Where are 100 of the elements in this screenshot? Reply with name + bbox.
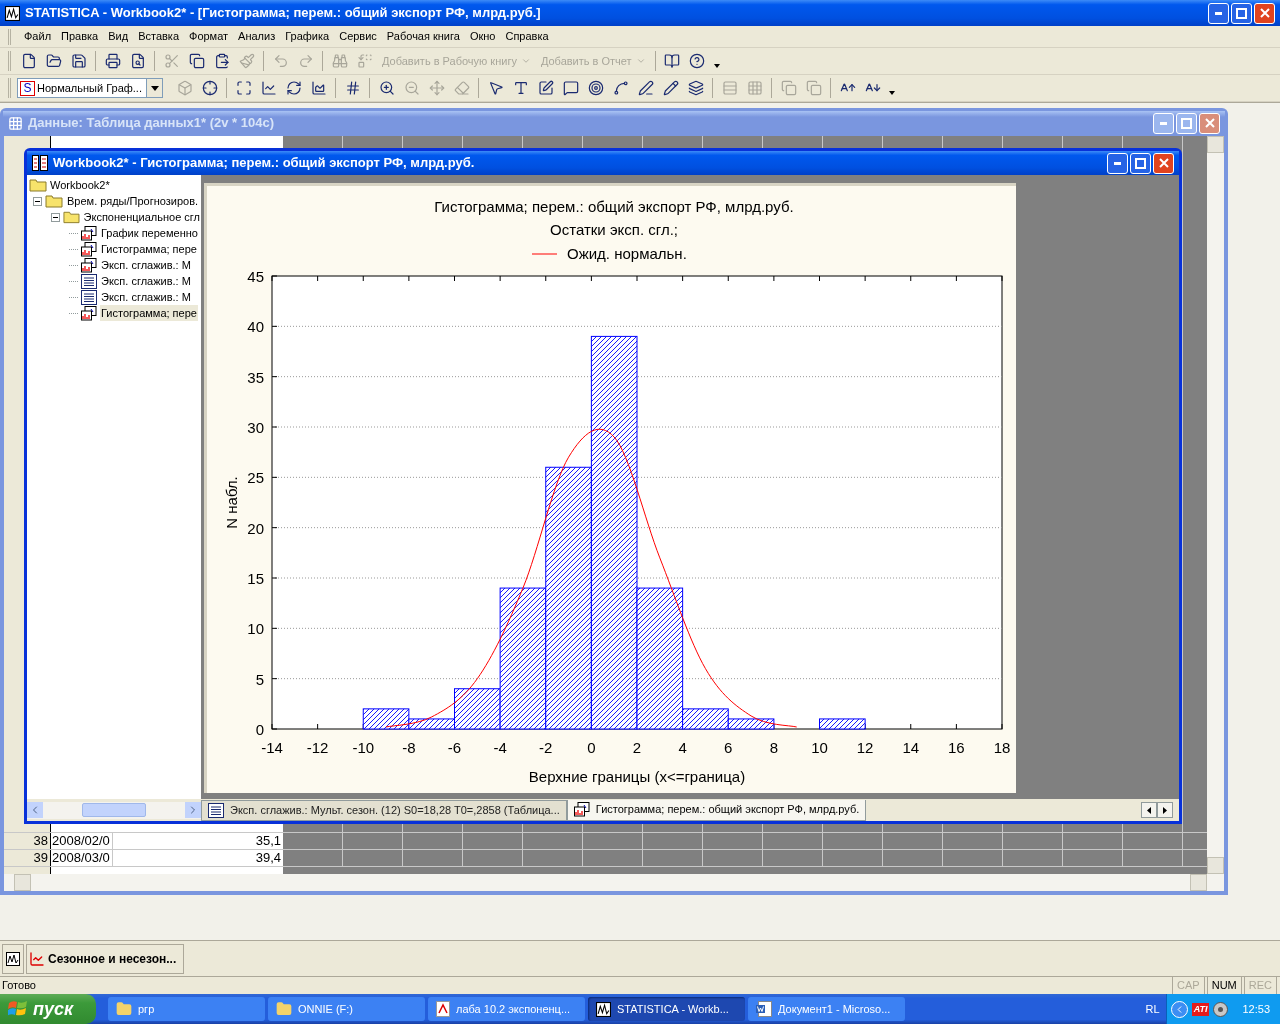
- bring-front-icon: [780, 80, 797, 96]
- chart-icon: [29, 950, 45, 967]
- taskbar-button[interactable]: ONNIE (F:): [268, 997, 425, 1021]
- x-tick-label: 2: [632, 739, 642, 756]
- taskbar-button[interactable]: ргр: [108, 997, 265, 1021]
- table-cell: 2008/02/0: [51, 833, 113, 849]
- minimized-window-button[interactable]: [2, 943, 24, 974]
- close-button[interactable]: [1199, 112, 1220, 134]
- book-icon: [664, 53, 681, 69]
- menu-item[interactable]: Правка: [56, 28, 104, 45]
- refresh-icon: [285, 80, 302, 96]
- menu-item[interactable]: Вид: [103, 28, 134, 45]
- x-tick-label: -8: [402, 739, 416, 756]
- menu-item[interactable]: Формат: [184, 28, 234, 45]
- taskbar-button[interactable]: Документ1 - Microso...: [748, 997, 905, 1021]
- x-tick-label: 16: [948, 739, 965, 756]
- menu-item[interactable]: Файл: [19, 28, 57, 45]
- x-tick-label: -14: [261, 739, 283, 756]
- minimize-button[interactable]: [1107, 152, 1128, 174]
- x-tick-label: -10: [352, 739, 375, 756]
- y-tick-label: 45: [247, 268, 264, 285]
- close-button[interactable]: [1254, 2, 1275, 24]
- window-title: STATISTICA - Workbook2* - [Гистограмма; перем.: общий экспорт РФ, млрд.руб.]: [25, 4, 542, 23]
- tree-item[interactable]: Врем. ряды/Прогнозиров.: [66, 192, 200, 210]
- line-chart-icon: [260, 80, 277, 96]
- spreadsheet-icon: [208, 802, 224, 818]
- folder-icon: [45, 194, 63, 208]
- clock: 12:53: [1241, 1001, 1270, 1017]
- menu-item[interactable]: Справка: [500, 28, 554, 45]
- graph-document-icon: [81, 225, 97, 241]
- menu-item[interactable]: Анализ: [233, 28, 281, 45]
- maximize-icon: [1135, 157, 1146, 169]
- caret-icon: [889, 91, 895, 95]
- template-name: Нормальный Граф...: [37, 80, 143, 96]
- pdf-document-icon: [436, 1001, 450, 1017]
- tree-item[interactable]: График переменно: [100, 224, 199, 242]
- menu-item[interactable]: Окно: [464, 28, 501, 45]
- minimized-window-button[interactable]: Сезонное и несезон...: [26, 943, 184, 974]
- folder-icon: [276, 1001, 292, 1017]
- menu-item[interactable]: Сервис: [334, 28, 382, 45]
- target-icon: [587, 80, 604, 96]
- x-tick-label: 0: [587, 739, 596, 756]
- expander-box[interactable]: [33, 196, 42, 206]
- paintbrush-icon: [238, 53, 255, 69]
- x-tick-label: -12: [306, 739, 329, 756]
- menu-item[interactable]: Рабочая книга: [381, 28, 465, 45]
- tree-root[interactable]: Workbook2*: [50, 176, 110, 194]
- grid-icon: [344, 80, 361, 96]
- left-arrow-icon: [1147, 806, 1151, 814]
- print-preview-icon: [129, 53, 146, 69]
- zoom-in-icon: [378, 80, 395, 96]
- table-cell: 39,4: [113, 850, 283, 866]
- show-hidden-icons-button[interactable]: [1170, 1000, 1188, 1018]
- taskbar-button[interactable]: STATISTICA - Workb...: [588, 997, 745, 1021]
- y-tick-label: 35: [247, 368, 264, 386]
- horizontal-scrollbar[interactable]: [4, 874, 1224, 891]
- close-button[interactable]: [1153, 152, 1174, 174]
- horizontal-scrollbar[interactable]: [27, 801, 201, 819]
- tree-item[interactable]: Гистограмма; пере: [100, 240, 198, 258]
- vertical-scrollbar[interactable]: [1207, 136, 1224, 874]
- menu-item[interactable]: Вставка: [133, 28, 184, 45]
- table-cell: 35,1: [113, 833, 283, 849]
- curve-icon: [612, 80, 629, 96]
- tree-item[interactable]: Экспоненциальное сгл: [82, 208, 201, 226]
- eraser-icon: [453, 80, 470, 96]
- start-button[interactable]: пуск: [0, 994, 96, 1024]
- tree-item[interactable]: Эксп. сглажив.: М: [100, 256, 192, 274]
- tree-item[interactable]: Гистограмма; пере: [100, 304, 198, 322]
- close-icon: [1204, 118, 1215, 128]
- expander-box[interactable]: [51, 212, 60, 222]
- y-tick-label: 15: [247, 570, 264, 587]
- maximize-button[interactable]: [1130, 152, 1151, 174]
- y-tick-label: 40: [247, 318, 264, 336]
- window-title: Данные: Таблица данных1* (2v * 104c): [28, 114, 275, 133]
- x-tick-label: 8: [769, 739, 779, 756]
- tray-badge[interactable]: ATI: [1191, 1002, 1210, 1016]
- maximize-button[interactable]: [1231, 2, 1252, 24]
- document-tab[interactable]: Гистограмма; перем.: общий экспорт РФ, млрд.руб.: [566, 799, 867, 821]
- taskbar-button[interactable]: лаба 10.2 экспоненц...: [428, 997, 585, 1021]
- x-tick-label: -6: [447, 739, 462, 756]
- x-tick-label: 6: [724, 739, 733, 756]
- pointer-icon: [487, 80, 504, 96]
- area-chart-icon: [310, 80, 327, 96]
- tree-item[interactable]: Эксп. сглажив.: М: [100, 288, 192, 306]
- y-tick-label: 30: [247, 419, 264, 436]
- x-tick-label: 10: [811, 739, 828, 756]
- pencil-icon: [662, 80, 679, 96]
- minimize-button[interactable]: [1208, 2, 1229, 24]
- language-indicator[interactable]: RL: [1139, 1000, 1166, 1018]
- minimize-icon: [1214, 11, 1223, 15]
- tab-scroll-left-button[interactable]: [1141, 802, 1157, 818]
- edit-icon: [537, 80, 554, 96]
- tab-scroll-right-button[interactable]: [1157, 802, 1173, 818]
- graph-template-dropdown[interactable]: S Нормальный Граф...: [17, 78, 163, 98]
- open-folder-icon: [45, 53, 62, 69]
- menu-item[interactable]: Графика: [280, 28, 335, 45]
- tree-item[interactable]: Эксп. сглажив.: М: [100, 272, 192, 290]
- dropdown-arrow-button[interactable]: [146, 79, 162, 97]
- word-document-icon: [756, 1001, 772, 1017]
- document-tab[interactable]: Эксп. сглажив.: Мульт. сезон. (12) S0=18,28 T0=,2858 (Таблица...: [201, 799, 567, 821]
